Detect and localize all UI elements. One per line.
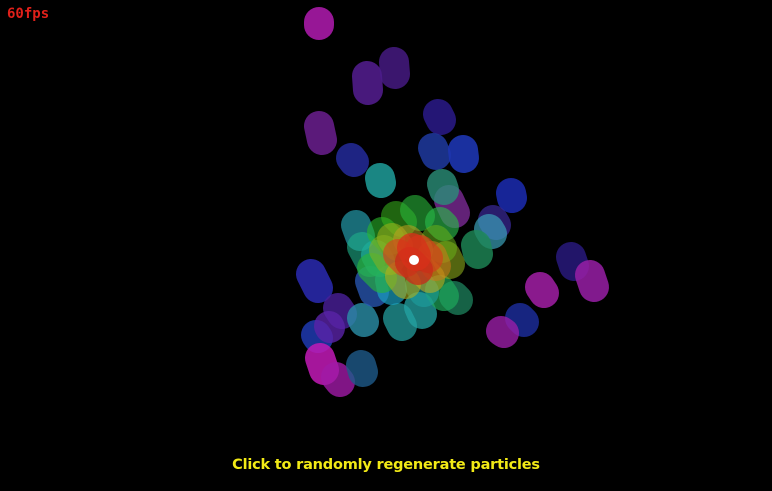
attractor-center-dot — [409, 255, 419, 265]
particle — [381, 201, 417, 237]
fps-counter: 60fps — [7, 6, 50, 22]
particle-field — [296, 7, 609, 397]
particle — [397, 233, 431, 271]
particle — [496, 178, 527, 213]
particle — [347, 303, 379, 337]
particle — [461, 230, 493, 269]
particle — [305, 343, 339, 385]
particle — [379, 47, 410, 89]
particle — [314, 311, 345, 343]
particle — [425, 275, 459, 311]
particle — [423, 99, 456, 135]
particle — [448, 135, 479, 173]
particle — [365, 163, 396, 198]
particle — [486, 316, 519, 348]
particle-canvas[interactable]: 60fps Click to randomly regenerate parti… — [0, 0, 772, 491]
particle — [505, 303, 539, 337]
particle — [296, 259, 333, 303]
particle — [321, 362, 355, 397]
particle — [352, 61, 383, 105]
particle — [404, 292, 437, 329]
particle — [346, 350, 378, 387]
particle — [323, 293, 357, 329]
particle — [525, 272, 559, 308]
particle — [418, 133, 451, 170]
particle — [304, 111, 337, 155]
particle — [575, 260, 609, 302]
particle — [427, 169, 459, 205]
particle — [383, 303, 417, 341]
regenerate-hint: Click to randomly regenerate particles — [232, 457, 540, 473]
particle — [336, 143, 369, 177]
particle — [400, 195, 435, 231]
particle — [425, 207, 459, 241]
particle — [556, 242, 589, 281]
particle — [474, 214, 507, 249]
